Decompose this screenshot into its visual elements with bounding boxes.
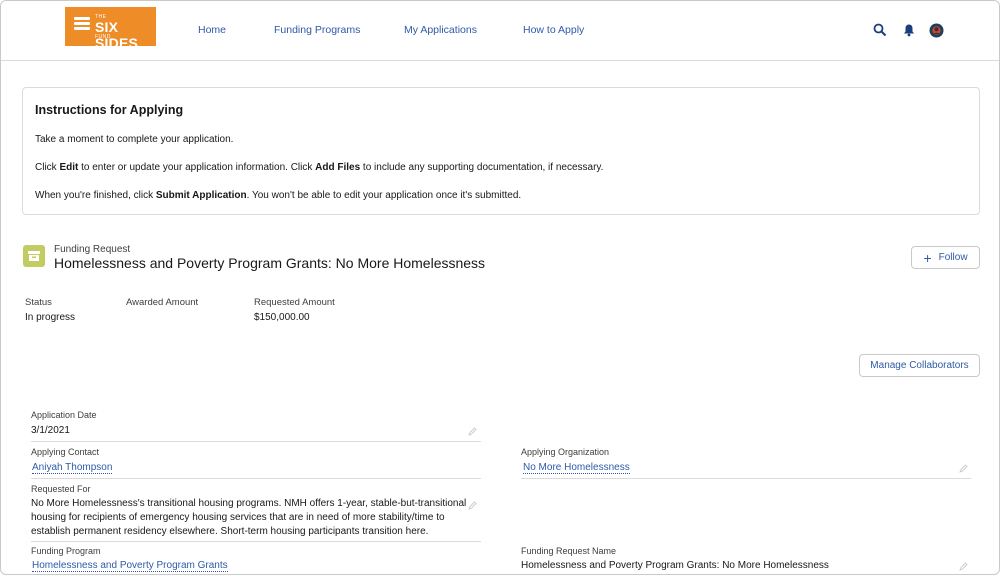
applying-organization-label: Applying Organization <box>521 447 610 457</box>
funding-program-link[interactable]: Homelessness and Poverty Program Grants <box>32 560 228 572</box>
instructions-line-2: Click Edit to enter or update your appli… <box>35 162 603 173</box>
instr-text: . You won't be able to edit your applica… <box>246 190 522 201</box>
applying-contact-label: Applying Contact <box>31 447 100 457</box>
instr-text: to enter or update your application info… <box>78 162 316 173</box>
field-divider <box>31 478 481 479</box>
field-divider <box>521 478 971 479</box>
funding-request-name-value: Homelessness and Poverty Program Grants:… <box>521 560 829 571</box>
edit-pencil-icon[interactable] <box>468 427 477 436</box>
instructions-card: Instructions for Applying Take a moment … <box>22 87 980 215</box>
field-divider <box>31 441 481 442</box>
requested-for-value: No More Homelessness's transitional hous… <box>31 498 467 537</box>
requested-for-label: Requested For <box>31 484 91 494</box>
edit-pencil-icon[interactable] <box>959 464 968 473</box>
instructions-line-3: When you're finished, click Submit Appli… <box>35 190 521 201</box>
search-icon[interactable] <box>873 23 889 39</box>
nav-funding-programs[interactable]: Funding Programs <box>274 24 360 36</box>
instr-submit-bold: Submit Application <box>155 190 247 201</box>
nav-how-to-apply[interactable]: How to Apply <box>523 24 584 36</box>
instr-text: to include any supporting documentation,… <box>360 162 604 173</box>
funding-request-icon <box>23 245 45 267</box>
applying-organization-link[interactable]: No More Homelessness <box>523 462 630 474</box>
record-type-label: Funding Request <box>54 244 131 255</box>
logo-mark-icon <box>74 17 90 35</box>
logo-fund: FUND <box>95 34 111 40</box>
field-divider <box>31 541 481 542</box>
edit-pencil-icon[interactable] <box>959 562 968 571</box>
nav-home[interactable]: Home <box>198 24 226 36</box>
nav-my-applications[interactable]: My Applications <box>404 24 477 36</box>
instructions-title: Instructions for Applying <box>35 103 184 117</box>
instr-text: When you're finished, click <box>35 190 156 201</box>
six-sides-fund-logo[interactable]: THE SIX SIDES FUND <box>65 7 156 51</box>
requested-amount-value: $150,000.00 <box>254 312 310 323</box>
plus-icon: + <box>923 249 932 266</box>
follow-label: Follow <box>938 252 968 263</box>
instructions-line-1: Take a moment to complete your applicati… <box>35 134 234 145</box>
top-header: THE SIX SIDES FUND Home Funding Programs… <box>1 1 999 61</box>
application-date-value: 3/1/2021 <box>31 425 70 436</box>
status-value: In progress <box>25 312 76 323</box>
record-title: Homelessness and Poverty Program Grants:… <box>54 255 486 271</box>
app-window: THE SIX SIDES FUND Home Funding Programs… <box>0 0 1000 575</box>
applying-contact-link[interactable]: Aniyah Thompson <box>32 462 113 474</box>
edit-pencil-icon[interactable] <box>468 501 477 510</box>
instr-edit-bold: Edit <box>59 162 79 173</box>
awarded-amount-label: Awarded Amount <box>126 297 199 308</box>
manage-collaborators-button[interactable]: Manage Collaborators <box>859 354 980 377</box>
funding-request-name-label: Funding Request Name <box>521 546 617 556</box>
instr-add-files-bold: Add Files <box>315 162 361 173</box>
follow-button[interactable]: + Follow <box>911 246 980 269</box>
application-date-label: Application Date <box>31 410 97 420</box>
requested-amount-label: Requested Amount <box>254 297 335 308</box>
bell-icon[interactable] <box>902 23 918 39</box>
user-avatar[interactable] <box>929 23 945 39</box>
funding-program-label: Funding Program <box>31 546 101 556</box>
instr-text: Click <box>35 162 60 173</box>
status-label: Status <box>25 297 52 308</box>
